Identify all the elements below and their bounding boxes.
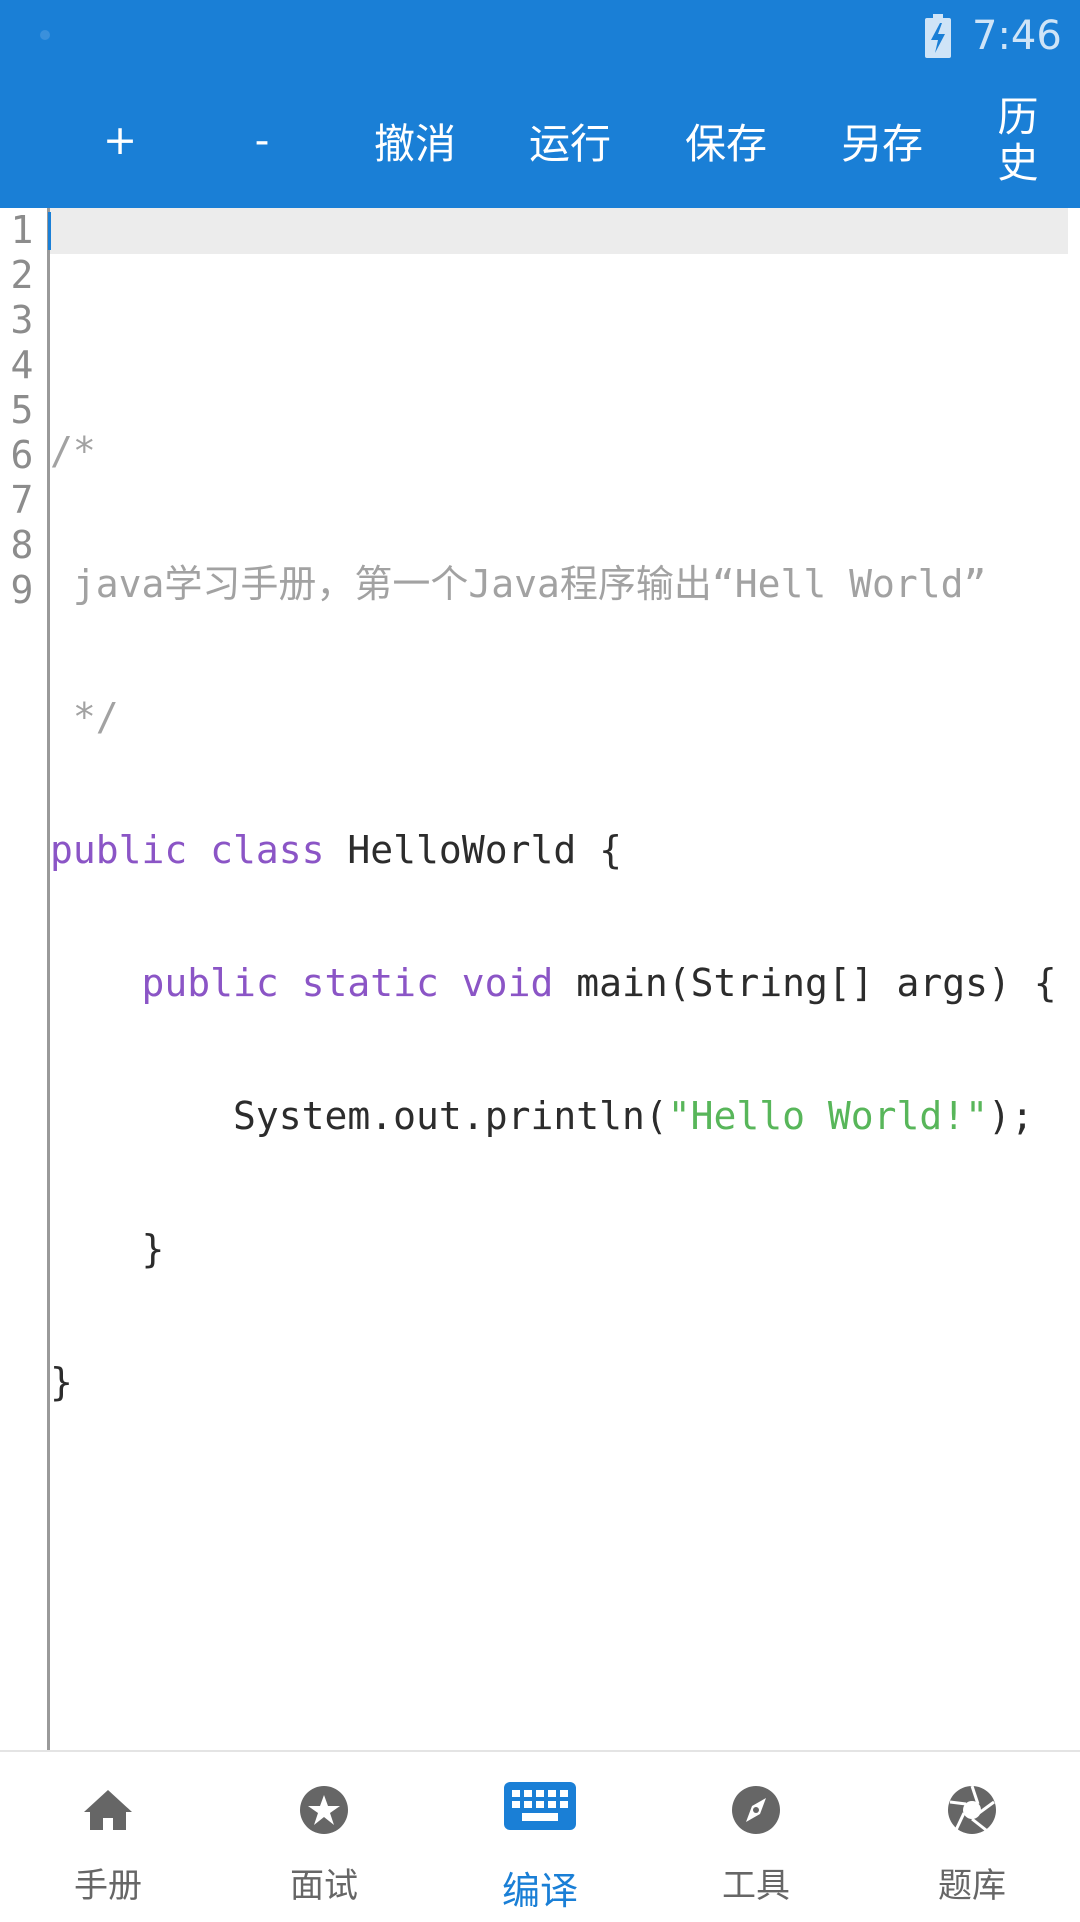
code-text: } (50, 1360, 73, 1404)
editor-right-edge (1068, 208, 1080, 1750)
save-as-button[interactable]: 另存 (827, 72, 937, 208)
undo-button[interactable]: 撤消 (360, 72, 470, 208)
code-line-4: */ (50, 695, 1068, 740)
line-number: 3 (10, 298, 34, 342)
nav-label: 工具 (722, 1866, 790, 1906)
code-text: ); (988, 1094, 1034, 1138)
code-text: main(String[] args) { (553, 961, 1057, 1005)
battery-charging-icon (925, 14, 951, 58)
run-button[interactable]: 运行 (515, 72, 625, 208)
star-icon (300, 1786, 348, 1834)
code-line-9: } (50, 1360, 1068, 1405)
zoom-in-button[interactable]: + (70, 72, 170, 208)
status-bar: 7:46 (0, 0, 1080, 72)
nav-item-manual[interactable]: 手册 (0, 1752, 216, 1922)
save-button[interactable]: 保存 (671, 72, 781, 208)
bottom-navigation: 手册 面试 编译 工具 题库 (0, 1750, 1080, 1922)
keyboard-icon (504, 1782, 576, 1830)
line-number: 8 (10, 523, 34, 567)
editor-toolbar: + - 撤消 运行 保存 另存 历 史 (0, 72, 1080, 208)
keyword-text: public static void (141, 961, 554, 1005)
code-line-5: public class HelloWorld { (50, 828, 1068, 873)
nav-item-question-bank[interactable]: 题库 (864, 1752, 1080, 1922)
code-text-area[interactable]: /* java学习手册，第一个Java程序输出“Hell World” */ p… (50, 208, 1068, 1493)
code-line-6: public static void main(String[] args) { (50, 961, 1068, 1006)
code-line-2: /* (50, 429, 1068, 474)
comment-text: java学习手册，第一个Java程序输出“Hell World” (50, 562, 987, 606)
nav-label: 编译 (501, 1869, 578, 1913)
line-number-gutter: 1 2 3 4 5 6 7 8 9 (0, 208, 44, 613)
aperture-icon (948, 1785, 996, 1834)
code-text: System.out.println( (233, 1094, 668, 1138)
string-literal: "Hello World!" (667, 1094, 989, 1138)
compass-icon (732, 1786, 780, 1834)
comment-text: */ (50, 695, 119, 739)
line-number: 1 (10, 208, 34, 252)
code-text: HelloWorld { (324, 828, 622, 872)
history-label-line2: 史 (997, 139, 1039, 187)
line-number: 7 (10, 478, 34, 522)
code-editor[interactable]: 1 2 3 4 5 6 7 8 9 /* java学习手册，第一个Java程序输… (0, 208, 1080, 1750)
code-line-3: java学习手册，第一个Java程序输出“Hell World” (50, 562, 1068, 607)
history-label-line1: 历 (997, 93, 1039, 141)
nav-label: 手册 (74, 1866, 142, 1906)
line-number: 5 (10, 388, 34, 432)
nav-item-tools[interactable]: 工具 (648, 1752, 864, 1922)
line-number: 6 (10, 433, 34, 477)
status-time: 7:46 (972, 13, 1062, 59)
home-icon (84, 1790, 132, 1830)
keyword-text: public class (50, 828, 325, 872)
code-text: } (50, 1227, 165, 1271)
code-line-7: System.out.println("Hello World!"); (50, 1094, 1068, 1139)
code-line-8: } (50, 1227, 1068, 1272)
notification-dot (40, 30, 50, 40)
history-button[interactable]: 历 史 (988, 72, 1048, 208)
comment-text: /* (50, 429, 96, 473)
nav-label: 面试 (290, 1866, 358, 1906)
nav-item-compile[interactable]: 编译 (432, 1752, 648, 1922)
line-number: 2 (10, 253, 34, 297)
nav-label: 题库 (938, 1866, 1006, 1906)
nav-item-interview[interactable]: 面试 (216, 1752, 432, 1922)
line-number: 9 (10, 568, 34, 612)
zoom-out-button[interactable]: - (212, 72, 312, 208)
line-number: 4 (10, 343, 34, 387)
